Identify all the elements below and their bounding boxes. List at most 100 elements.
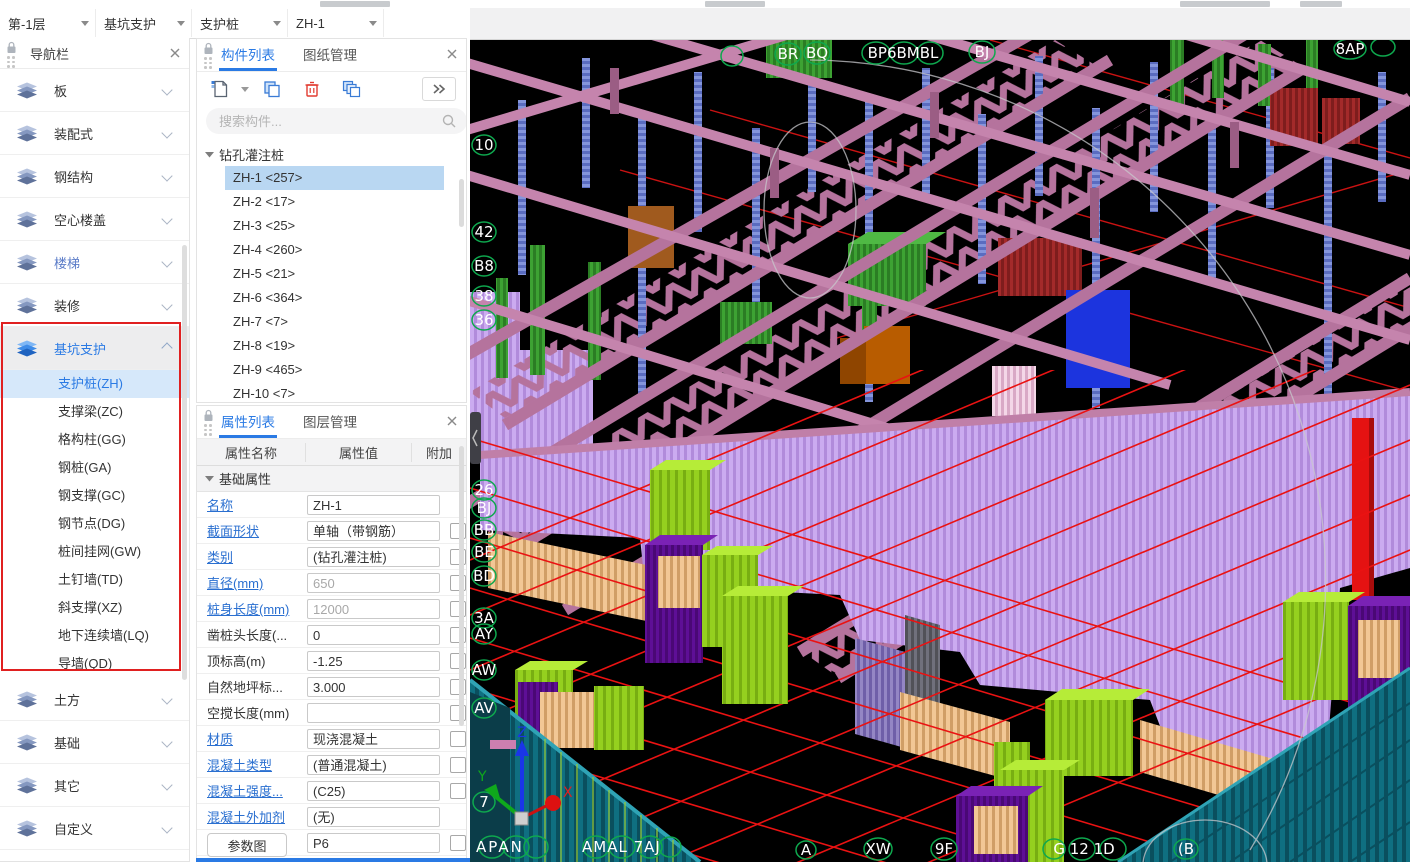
sidebar-item-label: 装修	[54, 296, 80, 315]
property-value-field[interactable]: (无)	[307, 807, 440, 827]
sidebar-item-自定义[interactable]: 自定义	[0, 807, 189, 850]
property-name: 空搅长度(mm)	[197, 703, 307, 722]
list-item-ZH-5 <21>[interactable]: ZH-5 <21>	[197, 262, 466, 286]
property-value-field[interactable]: 650	[307, 573, 440, 593]
tab-layer-management[interactable]: 图层管理	[301, 407, 359, 438]
sidebar-item-装修[interactable]: 装修	[0, 284, 189, 327]
sidebar-subitem-格构柱(GG)[interactable]: 格构柱(GG)	[0, 426, 189, 454]
svg-text:BQ: BQ	[806, 44, 828, 62]
drag-handle[interactable]	[197, 39, 219, 71]
list-item-ZH-3 <25>[interactable]: ZH-3 <25>	[197, 214, 466, 238]
close-icon[interactable]	[446, 415, 458, 430]
nav-scrollbar[interactable]	[182, 245, 187, 680]
attach-checkbox[interactable]	[450, 757, 466, 773]
sidebar-subitem-地下连续墙(LQ)[interactable]: 地下连续墙(LQ)	[0, 622, 189, 650]
new-component-button[interactable]	[207, 76, 233, 102]
sidebar-subitem-支护桩(ZH)[interactable]: 支护桩(ZH)	[0, 370, 189, 398]
property-value-field[interactable]: 0	[307, 625, 440, 645]
delete-component-button[interactable]	[299, 76, 325, 102]
close-icon[interactable]	[446, 48, 458, 63]
tab-property-list[interactable]: 属性列表	[219, 407, 277, 438]
parameter-diagram-button[interactable]: 参数图	[207, 833, 287, 857]
property-name: 直径(mm)	[197, 573, 307, 592]
sidebar-subitem-钢支撑(GC)[interactable]: 钢支撑(GC)	[0, 482, 189, 510]
sidebar-item-土方[interactable]: 土方	[0, 678, 189, 721]
property-row-材质: 材质现浇混凝土	[197, 726, 466, 752]
list-item-ZH-6 <364>[interactable]: ZH-6 <364>	[197, 286, 466, 310]
close-icon[interactable]	[169, 47, 181, 62]
new-component-dropdown-caret[interactable]	[241, 87, 249, 92]
property-value-field[interactable]: ZH-1	[307, 495, 440, 515]
drag-handle[interactable]	[197, 406, 219, 438]
property-value-field[interactable]: 现浇混凝土	[307, 729, 440, 749]
property-value-field[interactable]: 3.000	[307, 677, 440, 697]
category-dropdown[interactable]: 基坑支护	[96, 9, 192, 37]
property-value-field[interactable]: (钻孔灌注桩)	[307, 547, 440, 567]
list-item-ZH-2 <17>[interactable]: ZH-2 <17>	[197, 190, 466, 214]
property-value-field[interactable]: 单轴（带钢筋）	[307, 521, 440, 541]
property-value-field[interactable]: (普通混凝土)	[307, 755, 440, 775]
sidebar-item-装配式[interactable]: 装配式	[0, 112, 189, 155]
component-group-row[interactable]: 钻孔灌注桩	[197, 142, 466, 166]
sidebar-subitem-斜支撑(XZ)[interactable]: 斜支撑(XZ)	[0, 594, 189, 622]
sidebar-item-板[interactable]: 板	[0, 69, 189, 112]
sidebar-subitem-土钉墙(TD)[interactable]: 土钉墙(TD)	[0, 566, 189, 594]
property-value-field[interactable]: P6	[307, 833, 440, 853]
tab-component-list[interactable]: 构件列表	[219, 40, 277, 71]
list-item-ZH-7 <7>[interactable]: ZH-7 <7>	[197, 310, 466, 334]
search-input[interactable]	[206, 108, 467, 134]
sidebar-item-空心楼盖[interactable]: 空心楼盖	[0, 198, 189, 241]
attach-checkbox[interactable]	[450, 835, 466, 851]
3d-viewport-canvas[interactable]: BR BQ BP6BMBL BJ 8AP 10 42 B8 38 36 26 B…	[470, 40, 1410, 862]
column-attach: 附加	[412, 443, 466, 462]
chevron-down-icon	[161, 779, 172, 790]
property-value-field[interactable]: (C25)	[307, 781, 440, 801]
collapse-panel-tab[interactable]	[470, 412, 481, 464]
sidebar-subitem-支撑梁(ZC)[interactable]: 支撑梁(ZC)	[0, 398, 189, 426]
property-value-field[interactable]	[307, 703, 440, 723]
sidebar-item-label: 自定义	[54, 819, 93, 838]
element-name-dropdown[interactable]: ZH-1	[288, 9, 384, 37]
property-value-field[interactable]: 12000	[307, 599, 440, 619]
viewport-toolbar-strip	[470, 8, 1410, 40]
properties-scrollbar[interactable]	[459, 446, 464, 726]
list-item-ZH-9 <465>[interactable]: ZH-9 <465>	[197, 358, 466, 382]
copy-multiple-button[interactable]	[339, 76, 365, 102]
component-scrollbar[interactable]	[459, 179, 464, 227]
copy-component-button[interactable]	[259, 76, 285, 102]
svg-text:BD: BD	[473, 567, 495, 585]
attach-checkbox[interactable]	[450, 731, 466, 747]
sidebar-item-label: 钢结构	[54, 167, 93, 186]
property-value-field[interactable]: -1.25	[307, 651, 440, 671]
property-group-row[interactable]: 基础属性	[197, 466, 466, 492]
list-item-ZH-4 <260>[interactable]: ZH-4 <260>	[197, 238, 466, 262]
sidebar-item-钢结构[interactable]: 钢结构	[0, 155, 189, 198]
chevron-down-icon	[81, 21, 89, 26]
list-item-ZH-1 <257>[interactable]: ZH-1 <257>	[225, 166, 444, 190]
tab-drawing-management[interactable]: 图纸管理	[301, 40, 359, 71]
property-row-顶标高(m): 顶标高(m)-1.25	[197, 648, 466, 674]
list-item-ZH-8 <19>[interactable]: ZH-8 <19>	[197, 334, 466, 358]
drag-handle[interactable]	[0, 38, 22, 68]
property-row-凿桩头长度(...: 凿桩头长度(...0	[197, 622, 466, 648]
sidebar-item-楼梯[interactable]: 楼梯	[0, 241, 189, 284]
list-item-ZH-10 <7>[interactable]: ZH-10 <7>	[197, 382, 466, 403]
sidebar-subitem-钢桩(GA)[interactable]: 钢桩(GA)	[0, 454, 189, 482]
attach-checkbox[interactable]	[450, 783, 466, 799]
drag-dots-icon	[204, 424, 212, 436]
svg-text:9F: 9F	[935, 840, 953, 858]
element-type-dropdown[interactable]: 支护桩	[192, 9, 288, 37]
property-row-空搅长度(mm): 空搅长度(mm)	[197, 700, 466, 726]
sidebar-item-其它[interactable]: 其它	[0, 764, 189, 807]
sidebar-item-基坑支护[interactable]: 基坑支护	[0, 327, 189, 370]
chevron-up-icon	[161, 342, 172, 353]
hollow-floor-icon	[16, 211, 40, 228]
sidebar-subitem-桩间挂网(GW)[interactable]: 桩间挂网(GW)	[0, 538, 189, 566]
sidebar-subitem-钢节点(DG)[interactable]: 钢节点(DG)	[0, 510, 189, 538]
floor-dropdown[interactable]: 第-1层	[0, 9, 96, 37]
sidebar-subitem-导墙(QD)[interactable]: 导墙(QD)	[0, 650, 189, 678]
steel-structure-icon	[16, 168, 40, 185]
sidebar-item-基础[interactable]: 基础	[0, 721, 189, 764]
expand-toolbar-button[interactable]	[422, 77, 456, 101]
navigation-sidebar: 导航栏 板装配式钢结构空心楼盖楼梯装修基坑支护支护桩(ZH)支撑梁(ZC)格构柱…	[0, 38, 190, 862]
